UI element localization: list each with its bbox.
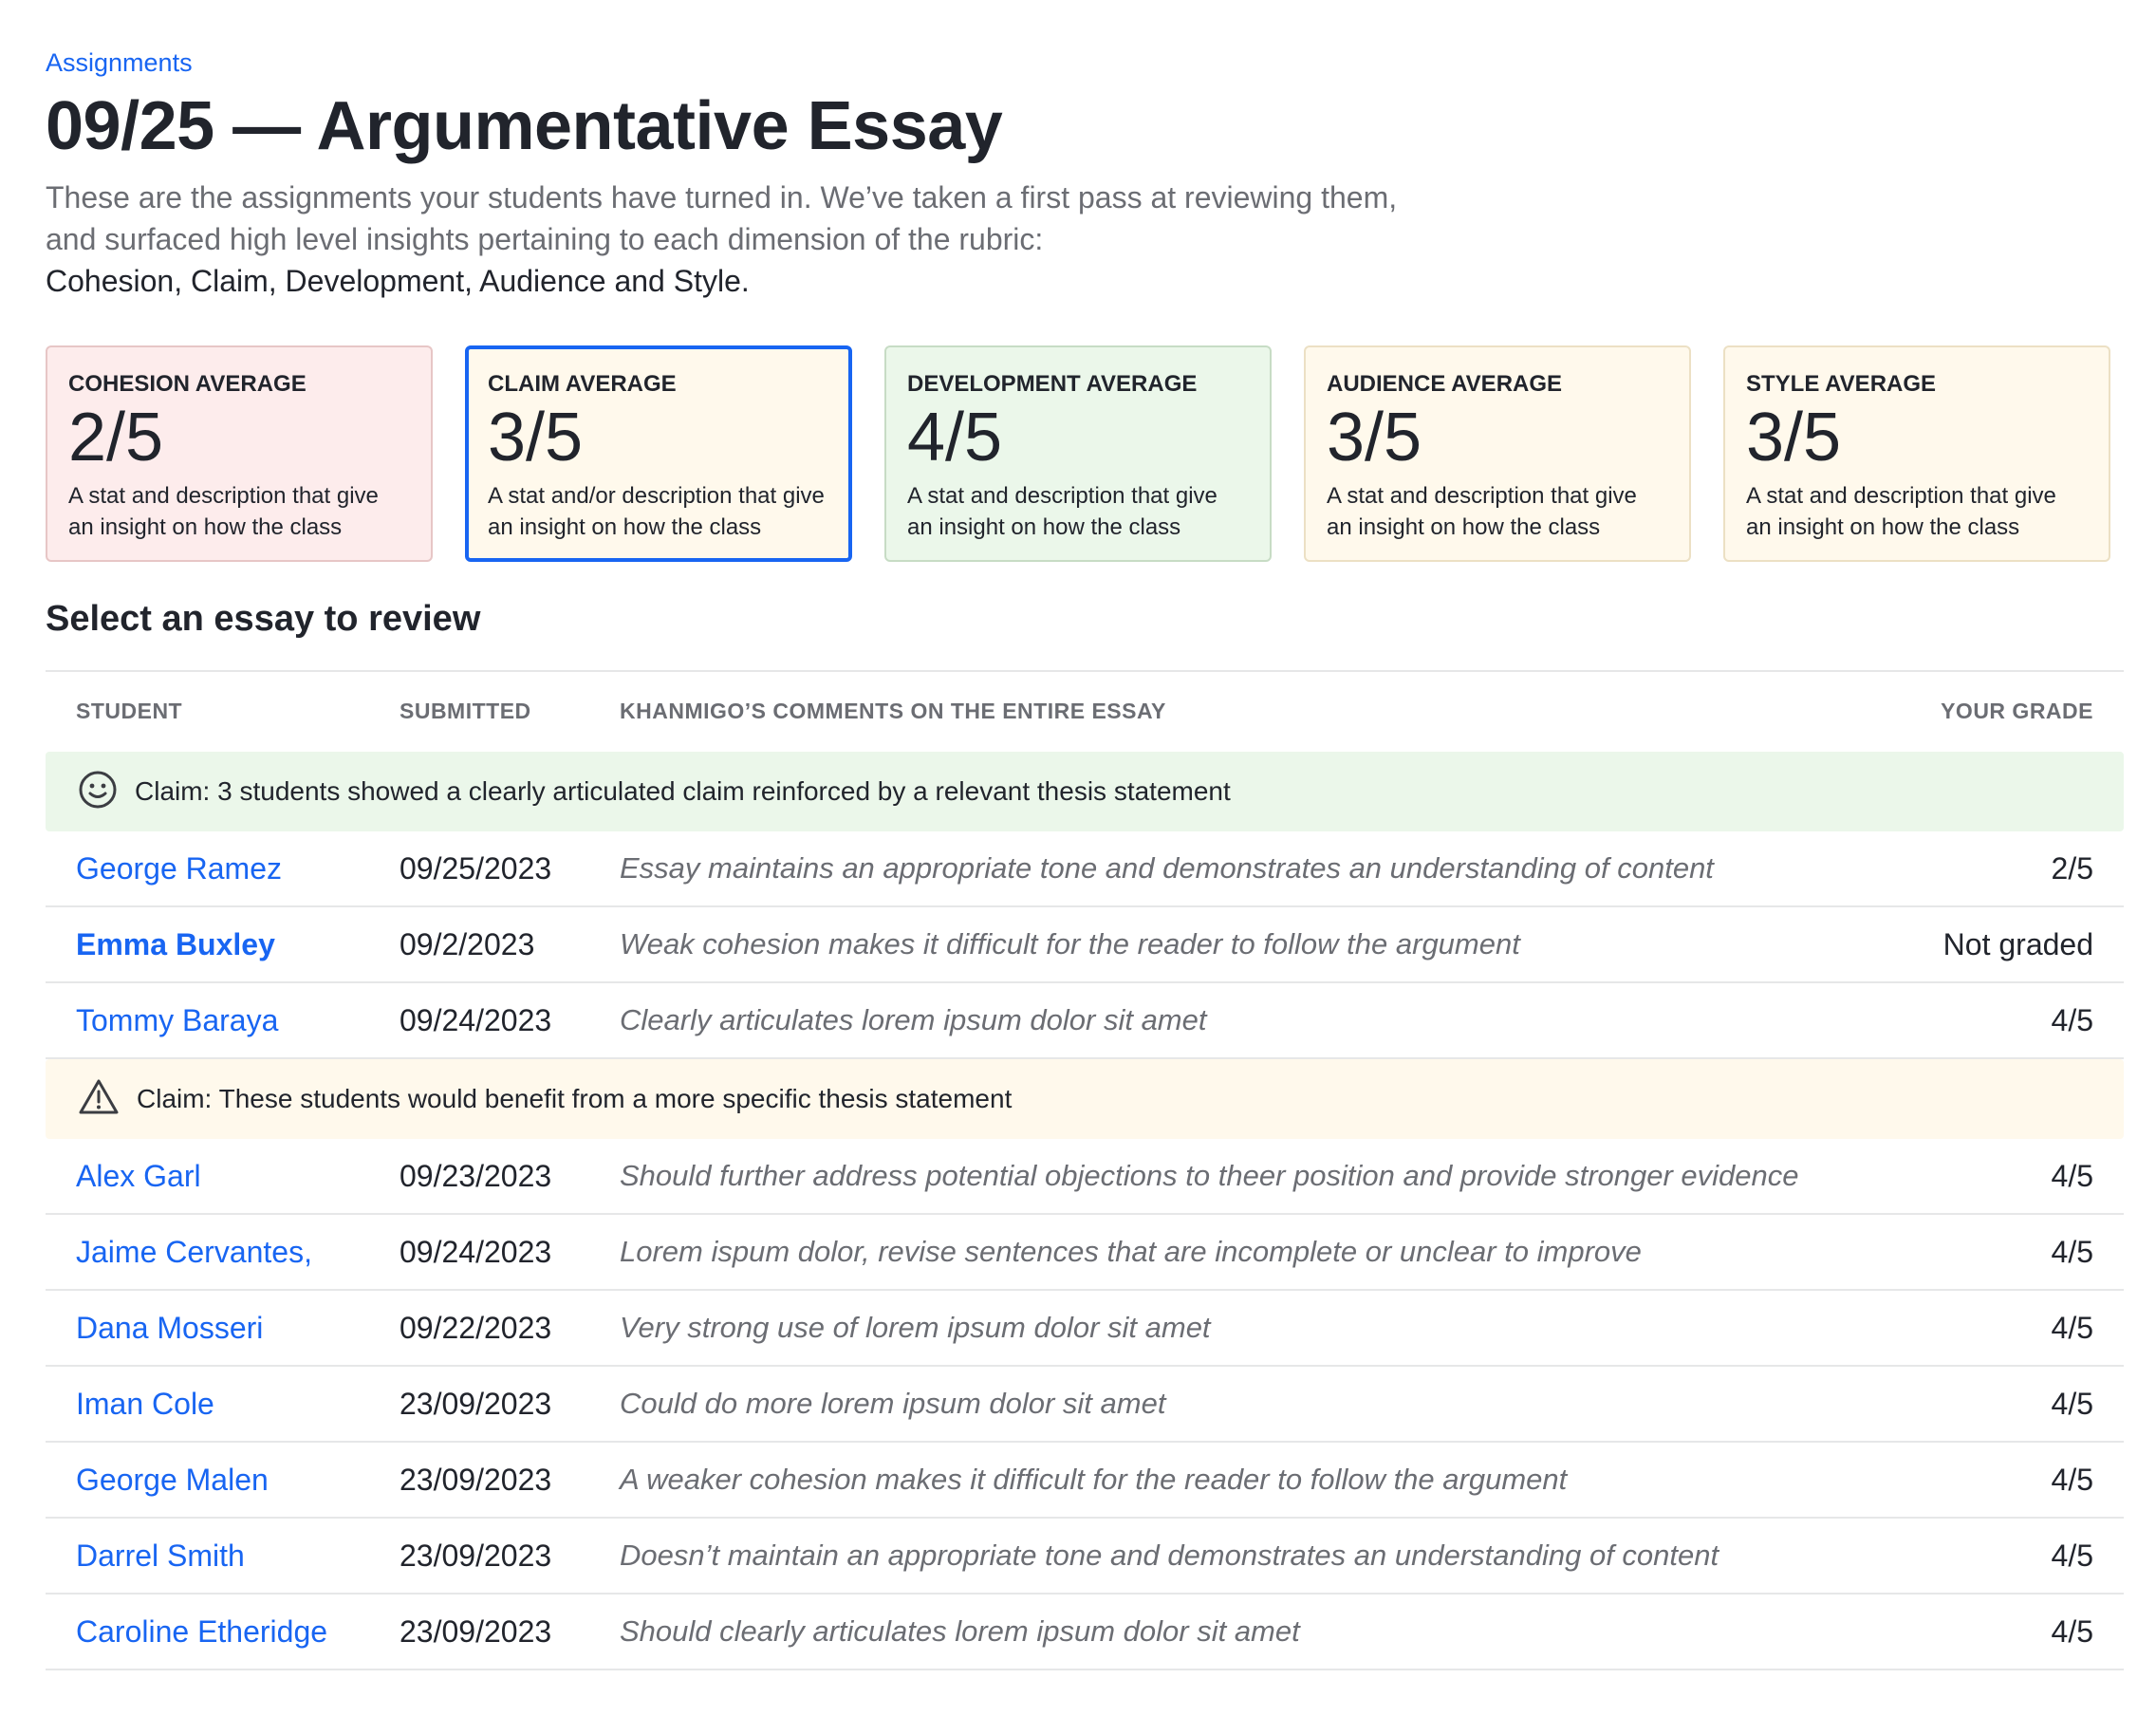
- student-link[interactable]: Alex Garl: [76, 1159, 201, 1193]
- card-description: A stat and description that give an insi…: [1327, 483, 1637, 540]
- submitted-date: 23/09/2023: [400, 1538, 552, 1573]
- section-title: Select an essay to review: [46, 599, 481, 639]
- essay-comment: Could do more lorem ipsum dolor sit amet: [620, 1387, 1166, 1420]
- grade: 4/5: [2051, 1158, 2093, 1193]
- grade: 4/5: [2051, 1462, 2093, 1497]
- essay-comment: A weaker cohesion makes it difficult for…: [620, 1463, 1568, 1496]
- grade: 4/5: [2051, 1538, 2093, 1573]
- submitted-date: 09/22/2023: [400, 1310, 552, 1345]
- table-row[interactable]: Emma Buxley 09/2/2023 Weak cohesion make…: [46, 907, 2124, 983]
- card-cohesion-average[interactable]: COHESION AVERAGE 2/5 A stat and descript…: [46, 345, 433, 562]
- page: Assignments 09/25 — Argumentative Essay …: [0, 0, 2156, 1716]
- rubric-dimensions: Cohesion, Claim, Development, Audience a…: [46, 264, 750, 298]
- card-style-average[interactable]: STYLE AVERAGE 3/5 A stat and description…: [1723, 345, 2110, 562]
- grade: 2/5: [2051, 850, 2093, 886]
- insight-text: Claim: 3 students showed a clearly artic…: [135, 776, 1231, 806]
- insight-text: Claim: These students would benefit from…: [137, 1084, 1013, 1113]
- essay-comment: Should further address potential objecti…: [620, 1159, 1799, 1192]
- submitted-date: 23/09/2023: [400, 1462, 552, 1497]
- table-row[interactable]: Alex Garl 09/23/2023 Should further addr…: [46, 1139, 2124, 1215]
- essay-comment: Very strong use of lorem ipsum dolor sit…: [620, 1311, 1211, 1344]
- submitted-date: 09/2/2023: [400, 926, 535, 961]
- grade: Not graded: [1942, 926, 2093, 961]
- essay-comment: Weak cohesion makes it difficult for the…: [620, 927, 1520, 961]
- student-link[interactable]: Jaime Cervantes,: [76, 1235, 312, 1269]
- grade: 4/5: [2051, 1310, 2093, 1345]
- card-value: 4/5: [907, 400, 1003, 476]
- breadcrumb-assignments[interactable]: Assignments: [46, 46, 193, 80]
- essays-table: STUDENT SUBMITTED KHANMIGO’S COMMENTS ON…: [46, 670, 2124, 1670]
- card-description: A stat and/or description that give an i…: [488, 483, 825, 540]
- page-description: These are the assignments your students …: [46, 180, 1398, 256]
- card-description: A stat and description that give an insi…: [68, 483, 379, 540]
- essay-comment: Lorem ispum dolor, revise sentences that…: [620, 1235, 1642, 1268]
- submitted-date: 09/23/2023: [400, 1158, 552, 1193]
- student-link[interactable]: George Malen: [76, 1463, 269, 1497]
- submitted-date: 09/25/2023: [400, 850, 552, 886]
- table-row[interactable]: Dana Mosseri 09/22/2023 Very strong use …: [46, 1291, 2124, 1367]
- essay-comment: Essay maintains an appropriate tone and …: [620, 851, 1714, 885]
- table-header: STUDENT SUBMITTED KHANMIGO’S COMMENTS ON…: [46, 672, 2124, 752]
- table-row[interactable]: George Malen 23/09/2023 A weaker cohesio…: [46, 1443, 2124, 1519]
- card-claim-average[interactable]: CLAIM AVERAGE 3/5 A stat and/or descript…: [465, 345, 852, 562]
- essay-comment: Doesn’t maintain an appropriate tone and…: [620, 1539, 1719, 1572]
- student-link[interactable]: Tommy Baraya: [76, 1003, 278, 1037]
- grade: 4/5: [2051, 1386, 2093, 1421]
- card-value: 2/5: [68, 400, 164, 476]
- card-value: 3/5: [488, 400, 584, 476]
- card-value: 3/5: [1746, 400, 1842, 476]
- grade: 4/5: [2051, 1234, 2093, 1269]
- table-row[interactable]: Jaime Cervantes, 09/24/2023 Lorem ispum …: [46, 1215, 2124, 1291]
- insight-group-needs-thesis: Claim: These students would benefit from…: [46, 1059, 2124, 1139]
- student-link[interactable]: Caroline Etheridge: [76, 1614, 327, 1649]
- card-label: DEVELOPMENT AVERAGE: [907, 371, 1198, 397]
- card-label: CLAIM AVERAGE: [488, 371, 677, 397]
- table-row[interactable]: Caroline Etheridge 23/09/2023 Should cle…: [46, 1595, 2124, 1670]
- card-audience-average[interactable]: AUDIENCE AVERAGE 3/5 A stat and descript…: [1304, 345, 1691, 562]
- header-comments: KHANMIGO’S COMMENTS ON THE ENTIRE ESSAY: [620, 698, 1166, 723]
- student-link[interactable]: George Ramez: [76, 851, 282, 886]
- student-link[interactable]: Dana Mosseri: [76, 1311, 263, 1345]
- student-link[interactable]: Darrel Smith: [76, 1539, 245, 1573]
- card-label: AUDIENCE AVERAGE: [1327, 371, 1563, 397]
- essay-comment: Clearly articulates lorem ipsum dolor si…: [620, 1003, 1207, 1036]
- grade: 4/5: [2051, 1613, 2093, 1649]
- header-grade: YOUR GRADE: [1941, 698, 2093, 723]
- grade: 4/5: [2051, 1002, 2093, 1037]
- table-row[interactable]: Iman Cole 23/09/2023 Could do more lorem…: [46, 1367, 2124, 1443]
- card-value: 3/5: [1327, 400, 1422, 476]
- table-row[interactable]: Tommy Baraya 09/24/2023 Clearly articula…: [46, 983, 2124, 1059]
- table-row[interactable]: George Ramez 09/25/2023 Essay maintains …: [46, 831, 2124, 907]
- warning-icon: [78, 1078, 120, 1121]
- card-description: A stat and description that give an insi…: [1746, 483, 2056, 540]
- card-label: STYLE AVERAGE: [1746, 371, 1937, 397]
- header-student: STUDENT: [76, 698, 183, 723]
- submitted-date: 23/09/2023: [400, 1386, 552, 1421]
- insight-group-strong-claim: Claim: 3 students showed a clearly artic…: [46, 752, 2124, 831]
- rubric-average-cards: COHESION AVERAGE 2/5 A stat and descript…: [46, 345, 2110, 562]
- submitted-date: 09/24/2023: [400, 1234, 552, 1269]
- submitted-date: 09/24/2023: [400, 1002, 552, 1037]
- page-title: 09/25 — Argumentative Essay: [46, 88, 1003, 164]
- smiley-icon: [78, 770, 118, 814]
- card-development-average[interactable]: DEVELOPMENT AVERAGE 4/5 A stat and descr…: [884, 345, 1272, 562]
- student-link[interactable]: Iman Cole: [76, 1387, 214, 1421]
- table-row[interactable]: Darrel Smith 23/09/2023 Doesn’t maintain…: [46, 1519, 2124, 1595]
- card-label: COHESION AVERAGE: [68, 371, 307, 397]
- card-description: A stat and description that give an insi…: [907, 483, 1217, 540]
- header-submitted: SUBMITTED: [400, 698, 531, 723]
- essay-comment: Should clearly articulates lorem ipsum d…: [620, 1614, 1300, 1648]
- submitted-date: 23/09/2023: [400, 1613, 552, 1649]
- student-link[interactable]: Emma Buxley: [76, 927, 275, 961]
